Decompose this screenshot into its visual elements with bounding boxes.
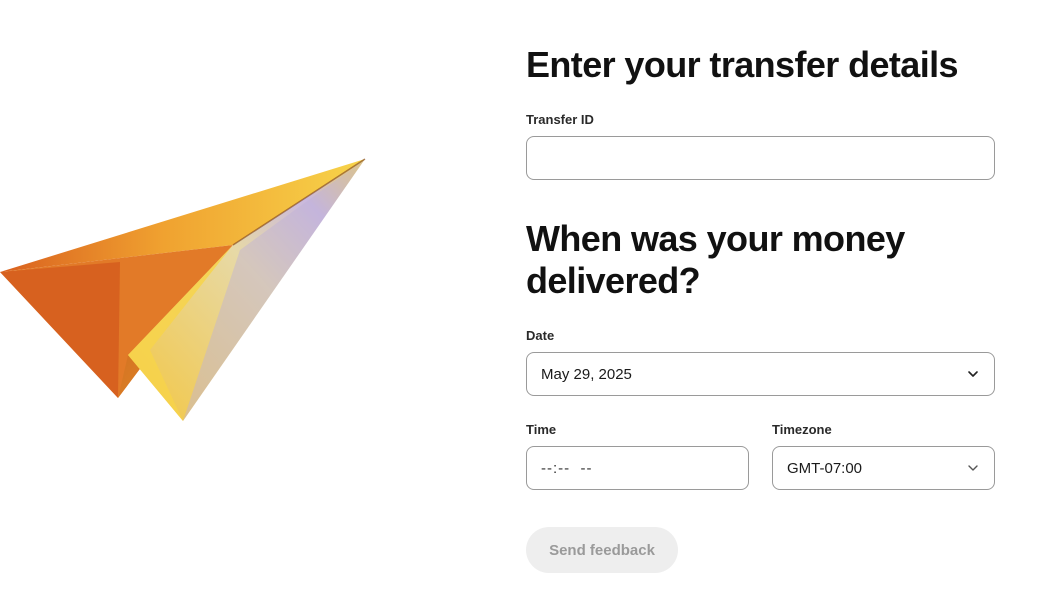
transfer-feedback-page: Enter your transfer details Transfer ID … [0,0,1056,600]
transfer-details-form: Enter your transfer details Transfer ID … [526,44,996,573]
timezone-select[interactable]: GMT-07:00 [772,446,995,490]
chevron-down-icon [968,465,978,471]
time-label: Time [526,422,557,437]
time-input[interactable]: --:-- -- [526,446,749,490]
page-title: Enter your transfer details [526,44,959,85]
time-row: Time --:-- -- Timezone GMT-07:00 [526,422,996,490]
date-label: Date [526,328,555,343]
time-field: Time --:-- -- [526,422,749,490]
transfer-id-input[interactable] [526,136,995,180]
chevron-down-icon [968,371,978,377]
paper-plane-illustration [0,158,366,421]
date-value: May 29, 2025 [541,365,632,383]
date-select[interactable]: May 29, 2025 [526,352,995,396]
transfer-id-label: Transfer ID [526,112,594,127]
timezone-label: Timezone [772,422,832,437]
timezone-field: Timezone GMT-07:00 [772,422,995,490]
delivery-heading: When was your money delivered? [526,218,905,301]
time-value: --:-- -- [541,459,593,477]
timezone-value: GMT-07:00 [787,459,863,477]
send-feedback-button[interactable]: Send feedback [526,527,678,573]
